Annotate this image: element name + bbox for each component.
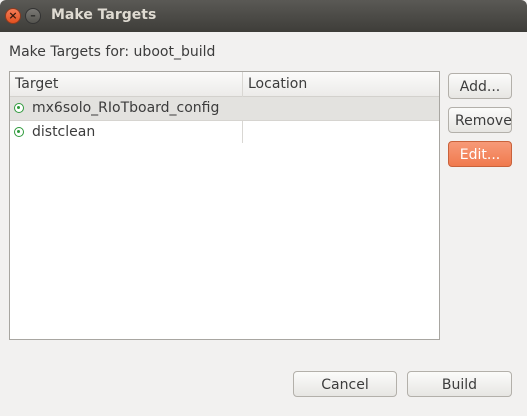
cancel-button[interactable]: Cancel	[293, 371, 397, 397]
column-header-location[interactable]: Location	[248, 76, 307, 92]
target-name: mx6solo_RIoTboard_config	[32, 100, 220, 116]
remove-button[interactable]: Remove	[448, 107, 512, 133]
target-name: distclean	[32, 124, 96, 140]
add-button[interactable]: Add...	[448, 73, 512, 99]
window-title: Make Targets	[51, 7, 157, 23]
minimize-icon[interactable]: –	[25, 8, 41, 24]
build-button[interactable]: Build	[407, 371, 512, 397]
make-target-icon	[14, 127, 24, 137]
table-row[interactable]: distclean	[10, 121, 439, 144]
column-header-target[interactable]: Target	[15, 76, 58, 92]
edit-button[interactable]: Edit...	[448, 141, 512, 167]
table-header: Target Location	[10, 72, 439, 97]
targets-table[interactable]: Target Location mx6solo_RIoTboard_config…	[9, 71, 440, 340]
table-row[interactable]: mx6solo_RIoTboard_config	[10, 97, 439, 121]
close-icon[interactable]: ×	[5, 8, 21, 24]
make-target-icon	[14, 103, 24, 113]
dialog-subtitle: Make Targets for: uboot_build	[9, 44, 216, 60]
title-bar: × – Make Targets	[0, 0, 527, 32]
